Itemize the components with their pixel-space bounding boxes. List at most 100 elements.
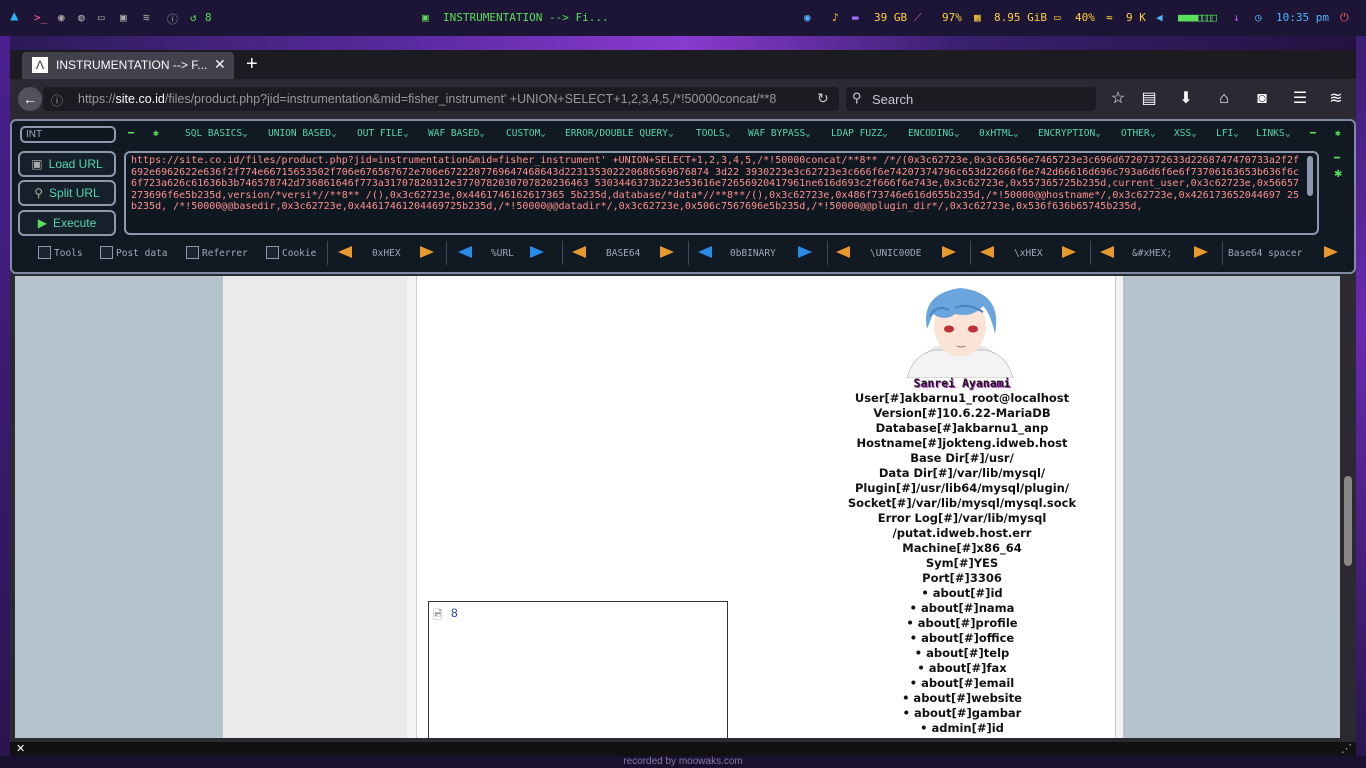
asterisk-left-icon[interactable]: ✱ — [153, 128, 159, 139]
hackbar-menu-waf-based[interactable]: WAF BASED — [428, 128, 479, 139]
volume-bar[interactable]: ■■■■□□□□ — [1178, 11, 1217, 24]
tools-checkbox[interactable] — [38, 246, 51, 259]
base64-left-icon[interactable] — [572, 246, 586, 258]
payload-textarea[interactable]: https://site.co.id/files/product.php?jid… — [124, 151, 1319, 235]
hackbar-menu-other[interactable]: OTHER — [1121, 128, 1150, 139]
html-hex-left-icon[interactable] — [1100, 246, 1114, 258]
close-icon[interactable]: ✕ — [16, 742, 25, 755]
hackbar-menu-sql-basics[interactable]: SQL BASICS — [185, 128, 242, 139]
info-icon[interactable]: ⓘ — [167, 11, 178, 27]
post-data-label: Post data — [116, 248, 168, 259]
scroll-thumb[interactable] — [1344, 476, 1352, 566]
collapse-right-icon[interactable]: ━ — [1310, 128, 1316, 139]
hackbar-menu-encryption[interactable]: ENCRYPTION — [1038, 128, 1095, 139]
avatar — [906, 288, 1014, 378]
url-encode-right-icon[interactable] — [530, 246, 544, 258]
hackbar-menu-links[interactable]: LINKS — [1256, 128, 1285, 139]
hex-encode-right-icon[interactable] — [420, 246, 434, 258]
base64-spacer-right-icon[interactable] — [1324, 246, 1338, 258]
camera-icon[interactable]: ◉ — [58, 11, 65, 24]
bookmark-star-icon[interactable]: ☆ — [1108, 89, 1128, 109]
volume-icon[interactable]: ◀ — [1156, 11, 1163, 24]
wifi-icon: ≈ — [1106, 11, 1113, 24]
image-link[interactable]: 8 — [451, 606, 458, 620]
list-item: • about[#]telp — [914, 646, 1010, 660]
list-item: • about[#]email — [909, 676, 1015, 690]
broken-image-frame: 🖻 8 — [428, 601, 728, 738]
hackbar-menu-lfi[interactable]: LFI — [1216, 128, 1233, 139]
tab-active[interactable]: Λ INSTRUMENTATION --> F... ✕ — [22, 52, 234, 79]
extension-icon[interactable]: ≋ — [1326, 89, 1346, 109]
plus-icon[interactable]: ✱ — [1334, 169, 1342, 180]
power-icon[interactable]: ⏻ — [1340, 11, 1349, 25]
hackbar-menu-xss[interactable]: XSS — [1174, 128, 1191, 139]
asterisk-right-icon[interactable]: ✱ — [1335, 128, 1341, 139]
hackbar-menu-0xhtml[interactable]: 0xHTML — [979, 128, 1013, 139]
settings-icon[interactable]: ≋ — [143, 11, 150, 24]
close-tab-icon[interactable]: ✕ — [214, 56, 226, 73]
site-info-icon[interactable]: ⓘ — [51, 92, 63, 109]
chevron-down-icon: ⌄ — [1095, 128, 1101, 139]
cookie-checkbox[interactable] — [266, 246, 279, 259]
hex-encode-left-icon[interactable] — [338, 246, 352, 258]
menu-icon[interactable]: ☰ — [1290, 89, 1310, 109]
hackbar-menu-waf-bypass[interactable]: WAF BYPASS — [748, 128, 805, 139]
package-icon[interactable]: ▣ — [120, 11, 127, 24]
payload-scrollbar[interactable] — [1307, 156, 1313, 196]
hex-label: 0xHEX — [372, 248, 401, 259]
cpu-value: 97% — [942, 11, 962, 24]
referrer-checkbox[interactable] — [186, 246, 199, 259]
hackbar-menu-custom[interactable]: CUSTOM — [506, 128, 540, 139]
wallpaper-right — [1356, 36, 1366, 756]
url-encode-left-icon[interactable] — [458, 246, 472, 258]
load-url-button[interactable]: ▣ Load URL — [18, 151, 116, 177]
injection-type-select[interactable]: INT — [20, 126, 116, 143]
hackbar-menu-ldap-fuzz[interactable]: LDAP FUZZ — [831, 128, 882, 139]
info-line: Socket[#]/var/lib/mysql/mysql.sock — [847, 496, 1077, 510]
unicode-label: \UNIC00DE — [870, 248, 922, 259]
divider — [1222, 241, 1223, 265]
collapse-left-icon[interactable]: ━ — [128, 128, 134, 139]
hackbar-menu-error-double-query[interactable]: ERROR/DOUBLE QUERY — [565, 128, 668, 139]
info-line: Plugin[#]/usr/lib64/mysql/plugin/ — [854, 481, 1070, 495]
resize-icon[interactable]: ⋰ — [1341, 742, 1352, 755]
execute-button[interactable]: ▶ Execute — [18, 210, 116, 236]
post-data-checkbox[interactable] — [100, 246, 113, 259]
url-bar[interactable]: ⓘ https://site.co.id/files/product.php?j… — [43, 87, 839, 111]
search-bar[interactable]: ⚲ Search — [846, 87, 1096, 111]
unicode-left-icon[interactable] — [836, 246, 850, 258]
injection-result: Sanrei Ayanami User[#]akbarnu1_root@local… — [827, 376, 1097, 736]
base64-right-icon[interactable] — [660, 246, 674, 258]
main-column: Sanrei Ayanami User[#]akbarnu1_root@local… — [416, 276, 1116, 738]
hackbar-menu-out-file[interactable]: OUT FILE — [357, 128, 403, 139]
reload-icon[interactable]: ↻ — [817, 90, 829, 107]
globe-icon[interactable]: ◍ — [78, 11, 85, 24]
tools-label: Tools — [54, 248, 83, 259]
binary-left-icon[interactable] — [698, 246, 712, 258]
home-icon[interactable]: ⌂ — [1214, 89, 1234, 109]
clock: 10:35 pm — [1276, 11, 1329, 24]
new-tab-icon[interactable]: + — [246, 53, 258, 76]
cpu-icon: ⟋ — [914, 11, 922, 24]
html-hex-right-icon[interactable] — [1194, 246, 1208, 258]
downloads-icon[interactable]: ⬇ — [1176, 89, 1196, 109]
hackbar-menu-union-based[interactable]: UNION BASED — [268, 128, 331, 139]
hackbar-menu-tools[interactable]: TOOLS — [696, 128, 725, 139]
binary-right-icon[interactable] — [798, 246, 812, 258]
arch-logo-icon[interactable]: ▲ — [10, 8, 18, 24]
refresh-icon: ↺ — [190, 11, 197, 24]
page-scrollbar[interactable] — [1340, 276, 1356, 738]
unicode-right-icon[interactable] — [942, 246, 956, 258]
folder-icon[interactable]: ▭ — [98, 11, 105, 24]
disk-icon: ▬ — [852, 11, 859, 24]
terminal-icon[interactable]: >_ — [34, 11, 47, 24]
minus-icon[interactable]: ━ — [1334, 153, 1340, 164]
xhex-left-icon[interactable] — [980, 246, 994, 258]
pocket-icon[interactable]: ◙ — [1252, 89, 1272, 109]
back-icon[interactable]: ← — [18, 87, 42, 111]
info-line: Port[#]3306 — [922, 571, 1002, 585]
split-url-button[interactable]: ⚲ Split URL — [18, 180, 116, 206]
hackbar-menu-encoding[interactable]: ENCODING — [908, 128, 954, 139]
xhex-right-icon[interactable] — [1062, 246, 1076, 258]
library-icon[interactable]: ▤ — [1139, 89, 1159, 109]
